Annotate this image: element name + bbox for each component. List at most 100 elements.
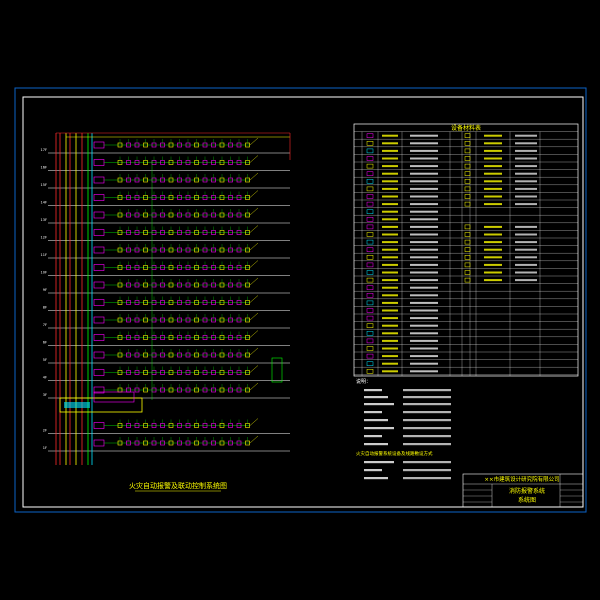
- legend-symbol: [366, 331, 374, 336]
- legend-name: [382, 233, 398, 236]
- bus-tail: [249, 435, 259, 444]
- floor-label: 12F: [41, 236, 47, 240]
- legend-name: [382, 203, 398, 206]
- legend-spec: [410, 134, 438, 137]
- bus-tail: [249, 172, 259, 181]
- note-text: [403, 469, 451, 472]
- floor-label: 4F: [43, 376, 47, 380]
- legend-spec: [410, 309, 438, 312]
- legend-name: [382, 195, 398, 198]
- legend-symbol: [366, 361, 374, 366]
- floor-module-box: [93, 422, 105, 429]
- legend-spec-2: [515, 248, 537, 251]
- legend-symbol: [366, 163, 374, 169]
- note-text: [403, 427, 451, 430]
- legend-name-2: [484, 172, 502, 175]
- legend-name-2: [484, 233, 502, 236]
- legend-symbol: [366, 293, 374, 298]
- legend-symbol: [366, 323, 374, 328]
- alarm-controller: [64, 402, 90, 408]
- cad-drawing-sheet: 17F 16F 15F 14F 13F 12F 11F 10F 9F 8F 7F 6F 5F 4F 3F 2F…: [14, 87, 587, 513]
- legend-spec: [410, 355, 438, 358]
- legend-symbol-2: [464, 163, 471, 169]
- legend-symbol: [366, 353, 374, 359]
- floor-module-box: [93, 299, 105, 306]
- legend-spec-2: [515, 241, 537, 244]
- legend-spec: [410, 142, 438, 145]
- legend-symbol-2: [464, 141, 471, 146]
- legend-symbol: [366, 338, 374, 344]
- legend-symbol: [366, 232, 374, 237]
- legend-symbol-2: [464, 247, 471, 252]
- legend-spec-2: [515, 149, 537, 152]
- diagram-caption: 火灾自动报警及联动控制系统图: [129, 481, 227, 490]
- floor-label: 14F: [41, 201, 47, 205]
- legend-spec: [410, 233, 438, 236]
- legend-name: [382, 263, 398, 266]
- title-drawing-name-1: 消防报警系统: [509, 487, 545, 495]
- legend-spec: [410, 241, 438, 244]
- legend-name-2: [484, 241, 502, 244]
- note-text: [403, 461, 451, 464]
- legend-name: [382, 355, 398, 358]
- legend-name: [382, 172, 398, 175]
- note-label: [364, 411, 382, 414]
- legend-name-2: [484, 187, 502, 190]
- legend-name: [382, 225, 398, 228]
- legend-name: [382, 362, 398, 365]
- note-label: [364, 427, 394, 430]
- bus-tail: [249, 312, 259, 321]
- legend-spec-2: [515, 180, 537, 183]
- legend-spec-2: [515, 279, 537, 282]
- bus-tail: [249, 330, 259, 338]
- legend-name: [382, 309, 398, 312]
- legend-spec: [410, 347, 438, 350]
- legend-name: [382, 248, 398, 251]
- bus-tail: [249, 277, 259, 286]
- legend-name: [382, 256, 398, 259]
- floor-label: 7F: [43, 323, 47, 327]
- legend-name-2: [484, 142, 502, 145]
- floor-label: 11F: [41, 253, 47, 257]
- legend-spec: [410, 294, 438, 297]
- legend-name: [382, 332, 398, 335]
- legend-spec: [410, 165, 438, 168]
- bus-tail: [249, 190, 259, 198]
- legend-name-2: [484, 225, 502, 228]
- floor-module-box: [93, 351, 105, 359]
- note-text: [403, 411, 451, 414]
- legend-spec-2: [515, 157, 537, 160]
- legend-symbol: [366, 255, 374, 260]
- legend-spec: [410, 203, 438, 206]
- legend-name-2: [484, 165, 502, 168]
- floor-label: 13F: [41, 218, 47, 222]
- legend-spec: [410, 149, 438, 152]
- legend-symbol: [366, 148, 374, 154]
- legend-symbol-2: [464, 186, 471, 192]
- floor-label: 2F: [43, 429, 47, 433]
- legend-name-2: [484, 263, 502, 266]
- legend-name: [382, 218, 398, 221]
- legend-name: [382, 301, 398, 304]
- bus-tail: [249, 382, 259, 391]
- legend-spec: [410, 218, 438, 221]
- floor-module-box: [93, 229, 105, 236]
- legend-symbol: [366, 201, 374, 207]
- floor-label: 17F: [41, 148, 47, 152]
- floor-label: 5F: [43, 358, 47, 362]
- legend-name: [382, 370, 398, 373]
- legend-spec: [410, 248, 438, 251]
- bus-tail: [249, 137, 259, 146]
- legend-spec: [410, 317, 438, 320]
- note-text: [403, 443, 451, 446]
- legend-spec: [410, 339, 438, 342]
- legend-symbol: [366, 308, 374, 313]
- legend-name-2: [484, 149, 502, 152]
- legend-spec: [410, 332, 438, 335]
- legend-symbol: [366, 224, 374, 230]
- legend-name: [382, 271, 398, 274]
- floor-module-box: [93, 246, 105, 254]
- floor-label: 10F: [41, 271, 47, 275]
- legend-symbol: [366, 277, 374, 283]
- legend-symbol-2: [464, 179, 471, 184]
